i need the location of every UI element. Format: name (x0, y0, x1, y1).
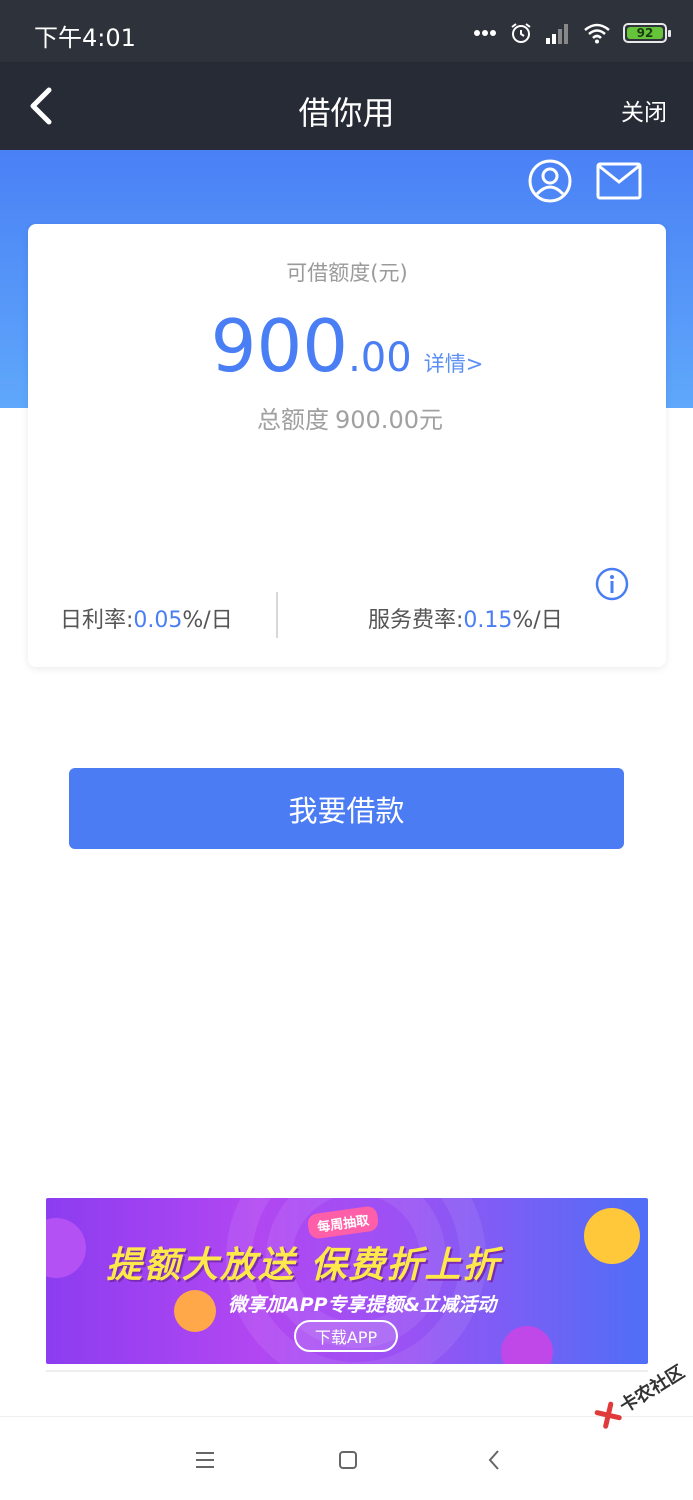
service-rate-value: 0.15 (463, 608, 513, 633)
nav-bar: 借你用 关闭 (0, 62, 693, 150)
banner-headline: 提额大放送 保费折上折 (106, 1245, 501, 1286)
banner-decoration (584, 1208, 640, 1264)
service-rate: 服务费率:0.15%/日 (368, 602, 563, 634)
rate-divider (276, 592, 278, 638)
signal-icon (546, 24, 568, 44)
banner-decoration (46, 1218, 86, 1278)
total-credit-label: 总额度 (257, 406, 329, 434)
system-nav-bar (0, 1416, 693, 1500)
info-icon[interactable] (595, 567, 629, 601)
daily-rate-label: 日利率: (60, 608, 134, 633)
daily-rate-value: 0.05 (133, 608, 183, 633)
total-credit-value: 900.00元 (335, 406, 443, 434)
menu-icon[interactable] (190, 1445, 220, 1475)
back-nav-icon[interactable] (480, 1445, 510, 1475)
home-icon[interactable] (333, 1445, 363, 1475)
status-time: 下午4:01 (34, 24, 136, 52)
mail-icon[interactable] (596, 162, 642, 200)
status-bar: 下午4:01 92 (0, 0, 693, 62)
service-rate-unit: %/日 (512, 608, 563, 633)
banner-decoration (501, 1326, 553, 1364)
more-dots-icon (474, 30, 496, 36)
banner-divider (46, 1364, 648, 1372)
close-button[interactable]: 关闭 (621, 93, 667, 127)
credit-card: 可借额度(元) 900.00 详情> 总额度 900.00元 日利率:0.05%/日… (28, 224, 666, 667)
amount-integer: 900 (210, 304, 349, 388)
service-rate-label: 服务费率: (368, 608, 464, 633)
available-credit-label: 可借额度(元) (286, 261, 408, 285)
detail-link[interactable]: 详情> (424, 352, 484, 376)
battery-level: 92 (627, 26, 663, 40)
banner-subline: 微享加APP专享提额&立减活动 (228, 1294, 497, 1316)
amount-decimal: .00 (348, 335, 412, 381)
download-app-button[interactable]: 下载APP (294, 1320, 398, 1352)
banner-decoration (174, 1290, 216, 1332)
total-credit: 总额度 900.00元 (28, 400, 666, 435)
battery-icon: 92 (623, 23, 671, 43)
status-icons: 92 (473, 20, 671, 46)
user-profile-icon[interactable] (527, 158, 573, 204)
borrow-button[interactable]: 我要借款 (69, 768, 624, 849)
promo-banner[interactable]: 每周抽取 提额大放送 保费折上折 微享加APP专享提额&立减活动 下载APP (46, 1198, 648, 1364)
wifi-icon (584, 23, 610, 44)
page-title: 借你用 (298, 94, 395, 132)
alarm-icon (511, 23, 531, 43)
available-amount: 900.00 详情> (28, 306, 666, 386)
daily-rate-unit: %/日 (182, 608, 233, 633)
daily-rate: 日利率:0.05%/日 (60, 602, 233, 634)
